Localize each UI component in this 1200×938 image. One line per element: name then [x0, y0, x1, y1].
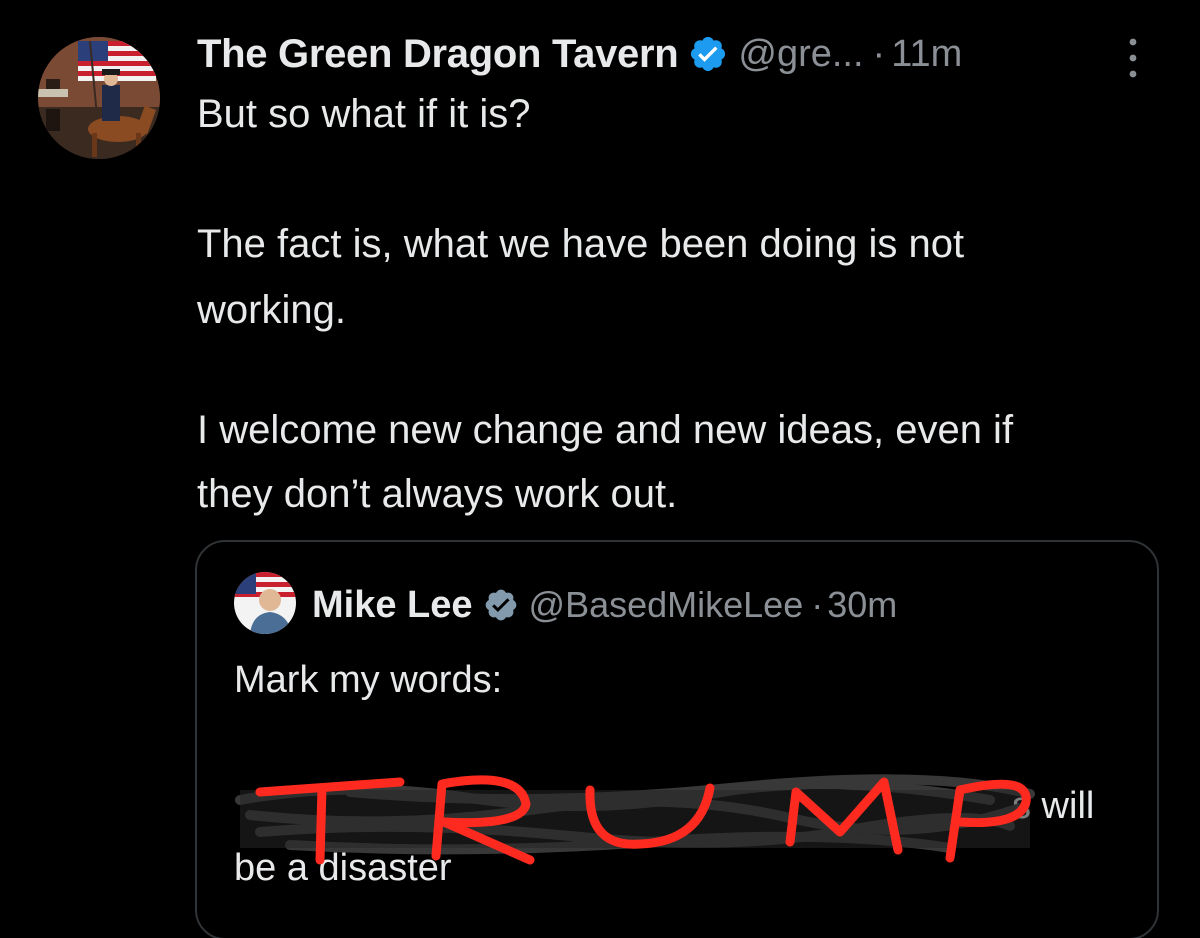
- author-handle[interactable]: @gre...: [738, 33, 863, 76]
- quoted-tweet-text-line: Mark my words:: [234, 659, 503, 701]
- quoted-header-separator: ·: [811, 584, 824, 625]
- more-options-icon[interactable]: [1126, 36, 1140, 80]
- tweet-header: The Green Dragon Tavern @gre... · 11m: [197, 28, 962, 80]
- tweet-text-line: they don’t always work out.: [197, 472, 678, 516]
- tweet-text-line: I welcome new change and new ideas, even…: [197, 408, 1014, 452]
- tweet-text-line: The fact is, what we have been doing is …: [197, 222, 965, 266]
- quoted-author-avatar[interactable]: [234, 572, 296, 634]
- header-separator: ·: [872, 32, 886, 75]
- tweet-text-line: working.: [197, 288, 346, 332]
- quoted-tweet-header: Mike Lee @BasedMikeLee · 30m: [312, 580, 897, 630]
- quoted-author-display-name[interactable]: Mike Lee: [312, 584, 473, 627]
- tweet[interactable]: The Green Dragon Tavern @gre... · 11m Bu…: [0, 0, 1200, 938]
- censor-scribble-overlay: [235, 774, 1035, 865]
- tweet-text-line: But so what if it is?: [197, 92, 531, 136]
- author-avatar[interactable]: [38, 37, 160, 159]
- quoted-tweet-timestamp[interactable]: 30m: [827, 584, 897, 626]
- tweet-timestamp[interactable]: 11m: [891, 33, 962, 76]
- quoted-author-handle[interactable]: @BasedMikeLee: [529, 584, 804, 626]
- verified-badge-icon: [688, 34, 728, 74]
- author-display-name[interactable]: The Green Dragon Tavern: [197, 32, 679, 77]
- verified-badge-icon: [483, 587, 519, 623]
